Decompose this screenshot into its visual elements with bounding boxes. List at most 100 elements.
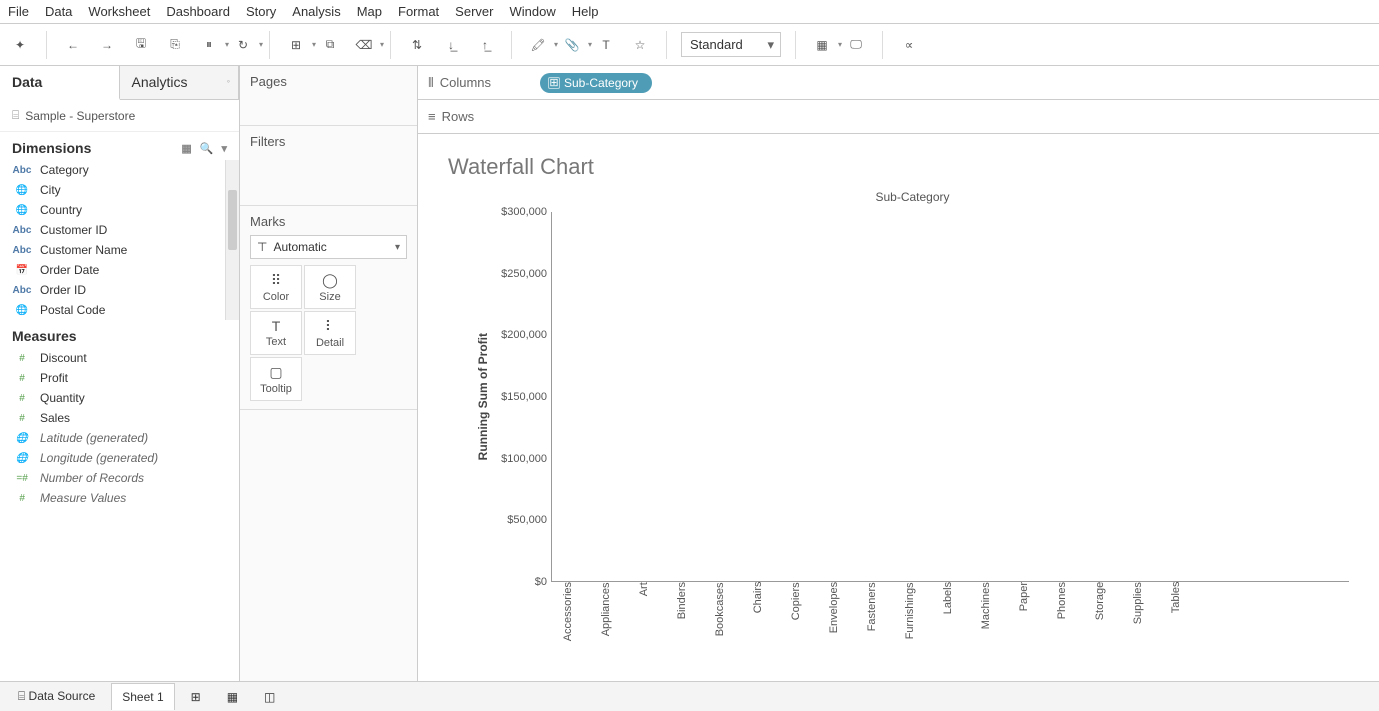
swap-button[interactable]: ⇅ — [405, 33, 429, 57]
rows-icon: ≡ — [428, 109, 436, 124]
text-icon: T — [272, 318, 281, 334]
x-label: Machines — [980, 582, 1012, 645]
filters-shelf[interactable]: Filters — [240, 126, 417, 206]
view-data-icon[interactable]: ▦ — [181, 142, 191, 155]
viz-title[interactable]: Waterfall Chart — [448, 154, 1349, 180]
redo-button[interactable]: → — [95, 33, 119, 57]
y-tick: $250,000 — [501, 268, 547, 280]
hash-icon: # — [12, 393, 32, 404]
tableau-logo-icon[interactable]: ✦ — [8, 33, 32, 57]
menu-server[interactable]: Server — [455, 4, 493, 19]
x-label: Fasteners — [866, 582, 898, 645]
highlight-button[interactable]: 🖍 — [526, 33, 550, 57]
menu-format[interactable]: Format — [398, 4, 439, 19]
pages-shelf[interactable]: Pages — [240, 66, 417, 126]
menu-window[interactable]: Window — [509, 4, 555, 19]
mark-tooltip[interactable]: ▢Tooltip — [250, 357, 302, 401]
x-label: Copiers — [790, 582, 822, 645]
field-profit[interactable]: #Profit — [0, 368, 239, 388]
scrollbar[interactable] — [225, 160, 239, 320]
show-cards-button[interactable]: ▦ — [810, 33, 834, 57]
field-longitude[interactable]: 🌐Longitude (generated) — [0, 448, 239, 468]
datasource-item[interactable]: Sample - Superstore — [0, 100, 239, 132]
globe-icon: 🌐 — [12, 433, 32, 444]
clear-button[interactable]: ⌫ — [352, 33, 376, 57]
globe-icon: 🌐 — [12, 185, 32, 196]
dimensions-header: Dimensions ▦ 🔍 ▾ — [0, 132, 239, 160]
menu-help[interactable]: Help — [572, 4, 599, 19]
menu-worksheet[interactable]: Worksheet — [88, 4, 150, 19]
dropdown-icon[interactable]: ▾ — [221, 142, 227, 155]
sort-asc-button[interactable]: ↓̲ — [439, 33, 463, 57]
field-discount[interactable]: #Discount — [0, 348, 239, 368]
color-icon: ⠿ — [271, 272, 281, 289]
text-button[interactable]: T — [594, 33, 618, 57]
y-tick: $50,000 — [507, 514, 547, 526]
field-customer-name[interactable]: AbcCustomer Name — [0, 240, 239, 260]
pin-button[interactable]: ☆ — [628, 33, 652, 57]
field-measure-values[interactable]: #Measure Values — [0, 488, 239, 508]
abc-icon: Abc — [12, 245, 32, 256]
menu-data[interactable]: Data — [45, 4, 72, 19]
hash-icon: # — [12, 353, 32, 364]
y-axis: $0$50,000$100,000$150,000$200,000$250,00… — [496, 212, 552, 582]
bars-container — [552, 212, 1349, 582]
menu-dashboard[interactable]: Dashboard — [166, 4, 230, 19]
x-label: Accessories — [562, 582, 594, 645]
field-city[interactable]: 🌐City — [0, 180, 239, 200]
menu-map[interactable]: Map — [357, 4, 382, 19]
field-postal-code[interactable]: 🌐Postal Code — [0, 300, 239, 320]
tab-data[interactable]: Data — [0, 66, 120, 100]
mark-color[interactable]: ⠿Color — [250, 265, 302, 309]
globe-icon: 🌐 — [12, 453, 32, 464]
field-sales[interactable]: #Sales — [0, 408, 239, 428]
group-button[interactable]: 📎 — [560, 33, 584, 57]
columns-shelf[interactable]: ⦀Columns ⊞ Sub-Category — [418, 66, 1379, 100]
new-worksheet-button[interactable]: ⊞ — [284, 33, 308, 57]
scrollbar-thumb[interactable] — [228, 190, 237, 250]
share-button[interactable]: ∝ — [897, 33, 921, 57]
y-axis-label: Running Sum of Profit — [476, 333, 490, 460]
shelves-pane: Pages Filters Marks ⊤ Automatic ⠿Color ◯… — [240, 66, 418, 707]
field-country[interactable]: 🌐Country — [0, 200, 239, 220]
date-icon: 📅 — [12, 265, 32, 276]
new-datasource-button[interactable]: ⎘ — [163, 33, 187, 57]
field-order-id[interactable]: AbcOrder ID — [0, 280, 239, 300]
duplicate-button[interactable]: ⧉ — [318, 33, 342, 57]
columns-icon: ⦀ — [428, 75, 434, 91]
save-button[interactable]: 🖫 — [129, 33, 153, 57]
fit-dropdown[interactable]: Standard — [681, 32, 781, 57]
field-category[interactable]: AbcCategory — [0, 160, 239, 180]
sort-desc-button[interactable]: ↑̲ — [473, 33, 497, 57]
menu-file[interactable]: File — [8, 4, 29, 19]
calc-hash-icon: =# — [12, 473, 32, 484]
new-worksheet-tab[interactable]: ⊞ — [181, 684, 211, 710]
mark-text[interactable]: TText — [250, 311, 302, 355]
field-customer-id[interactable]: AbcCustomer ID — [0, 220, 239, 240]
presentation-button[interactable]: 🖵 — [844, 33, 868, 57]
mark-detail[interactable]: ⠇Detail — [304, 311, 356, 355]
undo-button[interactable]: ← — [61, 33, 85, 57]
tab-analytics[interactable]: Analytics◦ — [120, 66, 240, 99]
field-latitude[interactable]: 🌐Latitude (generated) — [0, 428, 239, 448]
menu-analysis[interactable]: Analysis — [292, 4, 340, 19]
new-story-tab[interactable]: ◫ — [254, 684, 285, 710]
globe-icon: 🌐 — [12, 305, 32, 316]
mark-size[interactable]: ◯Size — [304, 265, 356, 309]
search-icon[interactable]: 🔍 — [200, 142, 214, 155]
rows-shelf[interactable]: ≡Rows — [418, 100, 1379, 134]
field-quantity[interactable]: #Quantity — [0, 388, 239, 408]
dimensions-list: AbcCategory 🌐City 🌐Country AbcCustomer I… — [0, 160, 239, 320]
refresh-button[interactable]: ↻ — [231, 33, 255, 57]
mark-type-dropdown[interactable]: ⊤ Automatic — [250, 235, 407, 259]
tab-sheet1[interactable]: Sheet 1 — [111, 683, 174, 710]
field-number-of-records[interactable]: =#Number of Records — [0, 468, 239, 488]
tab-datasource[interactable]: ⌸ Data Source — [8, 683, 105, 710]
columns-pill-subcategory[interactable]: ⊞ Sub-Category — [540, 73, 652, 93]
x-label: Bookcases — [714, 582, 746, 645]
expand-icon[interactable]: ⊞ — [548, 77, 560, 89]
field-order-date[interactable]: 📅Order Date — [0, 260, 239, 280]
pause-button[interactable]: ⏸ — [197, 33, 221, 57]
menu-story[interactable]: Story — [246, 4, 276, 19]
new-dashboard-tab[interactable]: ▦ — [217, 684, 248, 710]
